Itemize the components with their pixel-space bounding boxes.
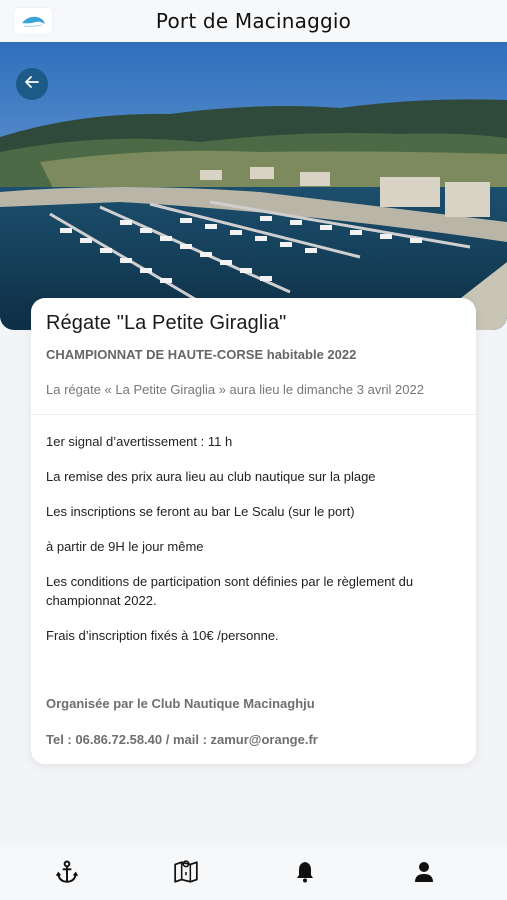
detail-line: La remise des prix aura lieu au club nau…	[46, 469, 376, 484]
detail-line: 1er signal d’avertissement : 11 h	[46, 434, 233, 449]
user-icon	[413, 860, 435, 888]
detail-line: Frais d’inscription fixés à 10€ /personn…	[46, 628, 279, 643]
event-summary: La régate « La Petite Giraglia » aura li…	[46, 382, 424, 397]
bell-icon	[293, 860, 317, 888]
event-card: Régate "La Petite Giraglia" CHAMPIONNAT …	[31, 298, 476, 764]
map-icon	[173, 859, 199, 889]
detail-line: Les conditions de participation sont déf…	[46, 574, 414, 608]
arrow-left-icon	[24, 74, 40, 94]
app-header: Port de Macinaggio	[0, 0, 507, 42]
divider	[31, 414, 476, 415]
back-button[interactable]	[16, 68, 48, 100]
nav-anchor[interactable]	[52, 859, 82, 889]
nav-notifications[interactable]	[290, 859, 320, 889]
bottom-nav	[0, 845, 507, 900]
app-title: Port de Macinaggio	[155, 9, 352, 33]
anchor-icon	[54, 859, 80, 889]
nav-profile[interactable]	[409, 859, 439, 889]
event-title: Régate "La Petite Giraglia"	[46, 312, 287, 334]
event-subtitle: CHAMPIONNAT DE HAUTE-CORSE habitable 202…	[46, 347, 357, 362]
detail-line: à partir de 9H le jour même	[46, 539, 204, 554]
dolphin-logo-icon	[14, 8, 52, 34]
organiser-text: Organisée par le Club Nautique Macinaghj…	[46, 696, 315, 711]
aerial-harbor-photo	[0, 42, 507, 330]
contact-text[interactable]: Tel : 06.86.72.58.40 / mail : zamur@oran…	[46, 732, 318, 747]
nav-map[interactable]	[171, 859, 201, 889]
detail-line: Les inscriptions se feront au bar Le Sca…	[46, 504, 355, 519]
